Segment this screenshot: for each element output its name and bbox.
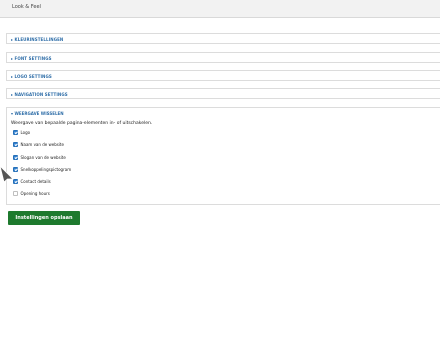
section-title[interactable]: FONT SETTINGS — [11, 56, 52, 61]
section-kleurinstellingen[interactable]: KLEURINSTELLINGEN — [6, 33, 440, 44]
section-title[interactable]: LOGO SETTINGS — [11, 74, 52, 79]
checkbox-label: Snelkoppelingspictogram — [20, 166, 72, 172]
section-logo-settings[interactable]: LOGO SETTINGS — [6, 70, 440, 81]
checkbox-row-opening-hours[interactable]: Opening hours — [13, 190, 50, 196]
checkbox-label: Naam van de website — [20, 141, 64, 147]
checkbox[interactable] — [13, 129, 18, 135]
checkbox-label: Logo — [20, 129, 31, 135]
section-title[interactable]: WEERGAVE WISSELEN — [11, 111, 64, 116]
tab-look-and-feel[interactable]: Look & Feel — [12, 4, 41, 10]
section-title[interactable]: NAVIGATION SETTINGS — [11, 92, 68, 97]
save-settings-button[interactable]: Instellingen opslaan — [8, 211, 80, 225]
top-bar: Look & Feel — [0, 0, 440, 18]
checkbox-label: Slogan van de website — [20, 154, 66, 160]
checkbox-row-favicon[interactable]: Snelkoppelingspictogram — [13, 166, 71, 172]
checkbox[interactable] — [13, 154, 18, 160]
checkbox-row-contact-details[interactable]: Contact details — [13, 178, 51, 184]
checkbox[interactable] — [13, 141, 18, 147]
collapsed-triangle-icon — [11, 38, 13, 41]
section-title[interactable]: KLEURINSTELLINGEN — [11, 37, 63, 42]
section-description: Weergave van bepaalde pagina-elementen i… — [11, 121, 153, 126]
mouse-pointer-icon — [0, 166, 14, 182]
section-font-settings[interactable]: FONT SETTINGS — [6, 52, 440, 63]
collapsed-triangle-icon — [11, 75, 13, 78]
checkbox[interactable] — [13, 190, 18, 196]
collapsed-triangle-icon — [11, 93, 13, 96]
section-weergave-wisselen: WEERGAVE WISSELEN Weergave van bepaalde … — [6, 107, 440, 205]
checkbox-row-slogan[interactable]: Slogan van de website — [13, 154, 66, 160]
checkbox-label: Opening hours — [20, 190, 50, 196]
checkbox-label: Contact details — [20, 178, 51, 184]
collapsed-triangle-icon — [11, 57, 13, 60]
checkbox-row-site-name[interactable]: Naam van de website — [13, 141, 64, 147]
expanded-triangle-icon — [11, 112, 13, 115]
checkbox-row-logo[interactable]: Logo — [13, 129, 30, 135]
section-navigation-settings[interactable]: NAVIGATION SETTINGS — [6, 88, 440, 99]
